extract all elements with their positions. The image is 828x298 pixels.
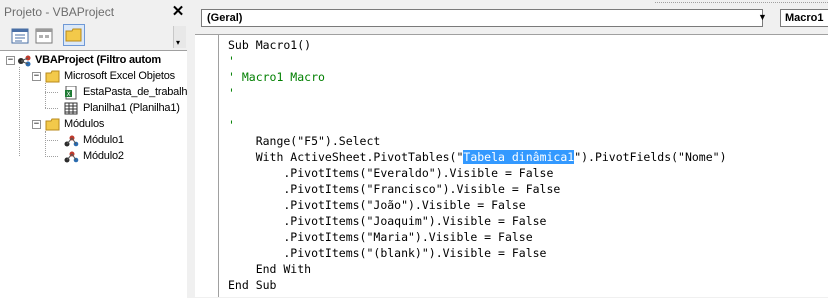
code-line[interactable]: .PivotItems("Joaquim").Visible = False: [228, 213, 546, 229]
code-line[interactable]: .PivotItems("João").Visible = False: [228, 197, 525, 213]
module-icon: [64, 135, 79, 147]
tree-item-label: Módulo2: [83, 150, 124, 162]
tree-item-label: VBAProject (Filtro autom: [35, 54, 161, 66]
code-text: ").PivotFields("Nome"): [574, 150, 727, 164]
close-icon[interactable]: ✕: [171, 4, 185, 20]
excel-workbook-icon: X: [65, 86, 77, 100]
svg-text:X: X: [67, 91, 71, 98]
procedure-combobox[interactable]: Macro1: [780, 9, 828, 27]
tree-item-label: Módulo1: [83, 134, 124, 146]
tree-item-module1[interactable]: Módulo1: [0, 133, 187, 149]
tree-item-modules[interactable]: − Módulos: [0, 117, 187, 133]
code-line-comment[interactable]: ' Macro1 Macro: [228, 69, 325, 85]
tree-item-vbaproject[interactable]: − VBAProject (Filtro autom: [0, 53, 187, 69]
code-line[interactable]: .PivotItems("Everaldo").Visible = False: [228, 165, 553, 181]
view-code-icon[interactable]: [10, 26, 30, 46]
tree-item-label: EstaPasta_de_trabalho: [83, 86, 187, 98]
toggle-folders-button[interactable]: [63, 24, 85, 46]
code-window-header: (Geral) ▼ Macro1: [195, 0, 828, 35]
code-line[interactable]: Range("F5").Select: [228, 133, 381, 149]
selected-text[interactable]: Tabela dinâmica1: [463, 150, 575, 164]
tree-item-excel-objects[interactable]: − Microsoft Excel Objetos: [0, 69, 187, 85]
vba-project-icon: [18, 55, 31, 67]
folder-icon: [65, 28, 82, 42]
procedure-combobox-value: Macro1: [785, 12, 824, 24]
code-line[interactable]: .PivotItems("Francisco").Visible = False: [228, 181, 560, 197]
code-editor[interactable]: Sub Macro1() ' ' Macro1 Macro ' ' Range(…: [195, 35, 828, 297]
code-line[interactable]: Sub Macro1(): [228, 37, 311, 53]
folder-open-icon: [45, 118, 60, 131]
project-explorer-toolbar: ▾: [0, 22, 187, 50]
project-tree: − VBAProject (Filtro autom − Microsoft E…: [0, 50, 187, 298]
code-line[interactable]: End Sub: [228, 277, 276, 293]
tree-item-module2[interactable]: Módulo2: [0, 149, 187, 165]
collapse-icon[interactable]: −: [6, 56, 15, 65]
project-explorer-titlebar[interactable]: Projeto - VBAProject ✕: [0, 3, 187, 22]
worksheet-icon: [64, 102, 78, 115]
tree-item-workbook[interactable]: X EstaPasta_de_trabalho: [0, 85, 187, 101]
code-line[interactable]: .PivotItems("Maria").Visible = False: [228, 229, 532, 245]
view-object-icon[interactable]: [34, 26, 54, 46]
tree-item-sheet[interactable]: Planilha1 (Planilha1): [0, 101, 187, 117]
object-combobox-dropdown[interactable]: ▼: [755, 9, 769, 27]
object-combobox-value: (Geral): [207, 12, 243, 24]
code-text: With ActiveSheet.PivotTables(": [228, 150, 464, 164]
project-explorer-pane: Projeto - VBAProject ✕ ▾ − VBAProject (F…: [0, 0, 187, 298]
code-line[interactable]: .PivotItems("(blank)").Visible = False: [228, 245, 546, 261]
window-edge: [655, 2, 828, 3]
project-explorer-title: Projeto - VBAProject: [4, 5, 115, 19]
collapse-icon[interactable]: −: [32, 72, 41, 81]
toolbar-overflow-button[interactable]: ▾: [173, 26, 186, 48]
collapse-icon[interactable]: −: [32, 120, 41, 129]
folder-open-icon: [45, 70, 60, 83]
chevron-down-icon: ▼: [758, 12, 767, 22]
code-line-comment[interactable]: ': [228, 85, 235, 101]
chevron-down-icon: ▾: [176, 38, 181, 47]
tree-item-label: Microsoft Excel Objetos: [64, 70, 175, 82]
tree-item-label: Planilha1 (Planilha1): [83, 102, 180, 114]
code-line[interactable]: With ActiveSheet.PivotTables("Tabela din…: [228, 149, 727, 165]
code-line[interactable]: End With: [228, 261, 311, 277]
code-line-comment[interactable]: ': [228, 53, 235, 69]
object-combobox[interactable]: (Geral): [201, 9, 763, 27]
code-window: (Geral) ▼ Macro1 Sub Macro1() ' ' Macro1…: [195, 0, 828, 297]
code-line-comment[interactable]: ': [228, 117, 235, 133]
tree-item-label: Módulos: [64, 118, 105, 130]
module-icon: [64, 151, 79, 163]
code-margin[interactable]: [195, 35, 219, 297]
